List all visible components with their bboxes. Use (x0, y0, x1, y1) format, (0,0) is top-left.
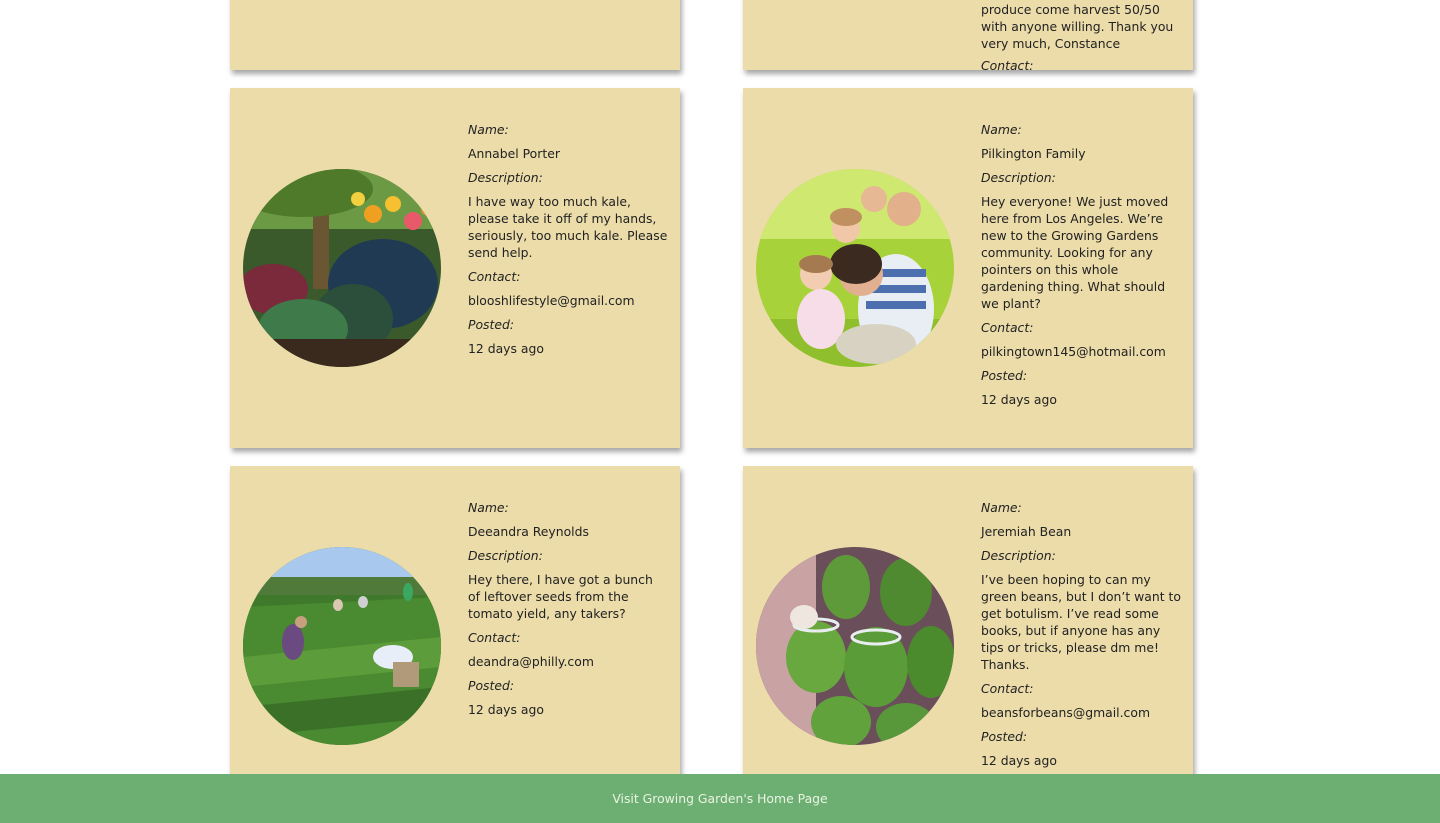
contact-label: Contact: (981, 320, 1034, 335)
post-description: Hey everyone! We just moved here from Lo… (981, 194, 1169, 311)
post-card: Name: Annabel Porter Description: I have… (230, 88, 680, 448)
name-label: Name: (468, 500, 509, 515)
contact-label: Contact: (981, 58, 1034, 70)
post-card: Name: Deeandra Reynolds Description: Hey… (230, 466, 680, 786)
posted-label: Posted: (981, 729, 1028, 744)
post-card: Name: Pilkington Family Description: Hey… (743, 88, 1193, 448)
contact-label: Contact: (468, 630, 521, 645)
footer-bar: Visit Growing Garden's Home Page (0, 774, 1440, 823)
post-date: 12 days ago (468, 702, 544, 717)
post-date: 12 days ago (981, 753, 1057, 768)
field-workers-image (243, 547, 441, 745)
description-label: Description: (468, 170, 543, 185)
posted-label: Posted: (468, 678, 515, 693)
name-label: Name: (981, 122, 1022, 137)
post-date: 12 days ago (468, 341, 544, 356)
green-bean-jars-image (756, 547, 954, 745)
post-name: Jeremiah Bean (981, 524, 1072, 539)
name-label: Name: (468, 122, 509, 137)
post-name: Annabel Porter (468, 146, 560, 161)
contact-label: Contact: (981, 681, 1034, 696)
post-contact: beansforbeans@gmail.com (981, 705, 1151, 720)
post-contact: deandra@philly.com (468, 654, 594, 669)
post-description: I have way too much kale, please take it… (468, 194, 668, 260)
post-description: Hey there, I have got a bunch of leftove… (468, 572, 653, 621)
home-page-link[interactable]: Visit Growing Garden's Home Page (612, 791, 827, 806)
post-description: produce come harvest 50/50 with anyone w… (981, 2, 1174, 51)
posted-label: Posted: (981, 368, 1028, 383)
family-in-grass-image (756, 169, 954, 367)
name-label: Name: (981, 500, 1022, 515)
posted-label: Posted: (468, 317, 515, 332)
post-contact: blooshlifestyle@gmail.com (468, 293, 635, 308)
post-photo-green-bean-jars (756, 547, 954, 745)
description-label: Description: (981, 170, 1056, 185)
kale-garden-image (243, 169, 441, 367)
post-name: Deeandra Reynolds (468, 524, 589, 539)
post-date: 12 days ago (981, 392, 1057, 407)
post-card: Name: Jeremiah Bean Description: I’ve be… (743, 466, 1193, 786)
post-card-partial-left (230, 0, 680, 70)
post-contact: pilkingtown145@hotmail.com (981, 344, 1166, 359)
description-label: Description: (468, 548, 543, 563)
post-photo-field-workers (243, 547, 441, 745)
contact-label: Contact: (468, 269, 521, 284)
post-description: I’ve been hoping to can my green beans, … (981, 572, 1181, 672)
post-card-partial-right: produce come harvest 50/50 with anyone w… (743, 0, 1193, 70)
post-name: Pilkington Family (981, 146, 1086, 161)
post-photo-kale-garden (243, 169, 441, 367)
post-photo-family-in-grass (756, 169, 954, 367)
description-label: Description: (981, 548, 1056, 563)
